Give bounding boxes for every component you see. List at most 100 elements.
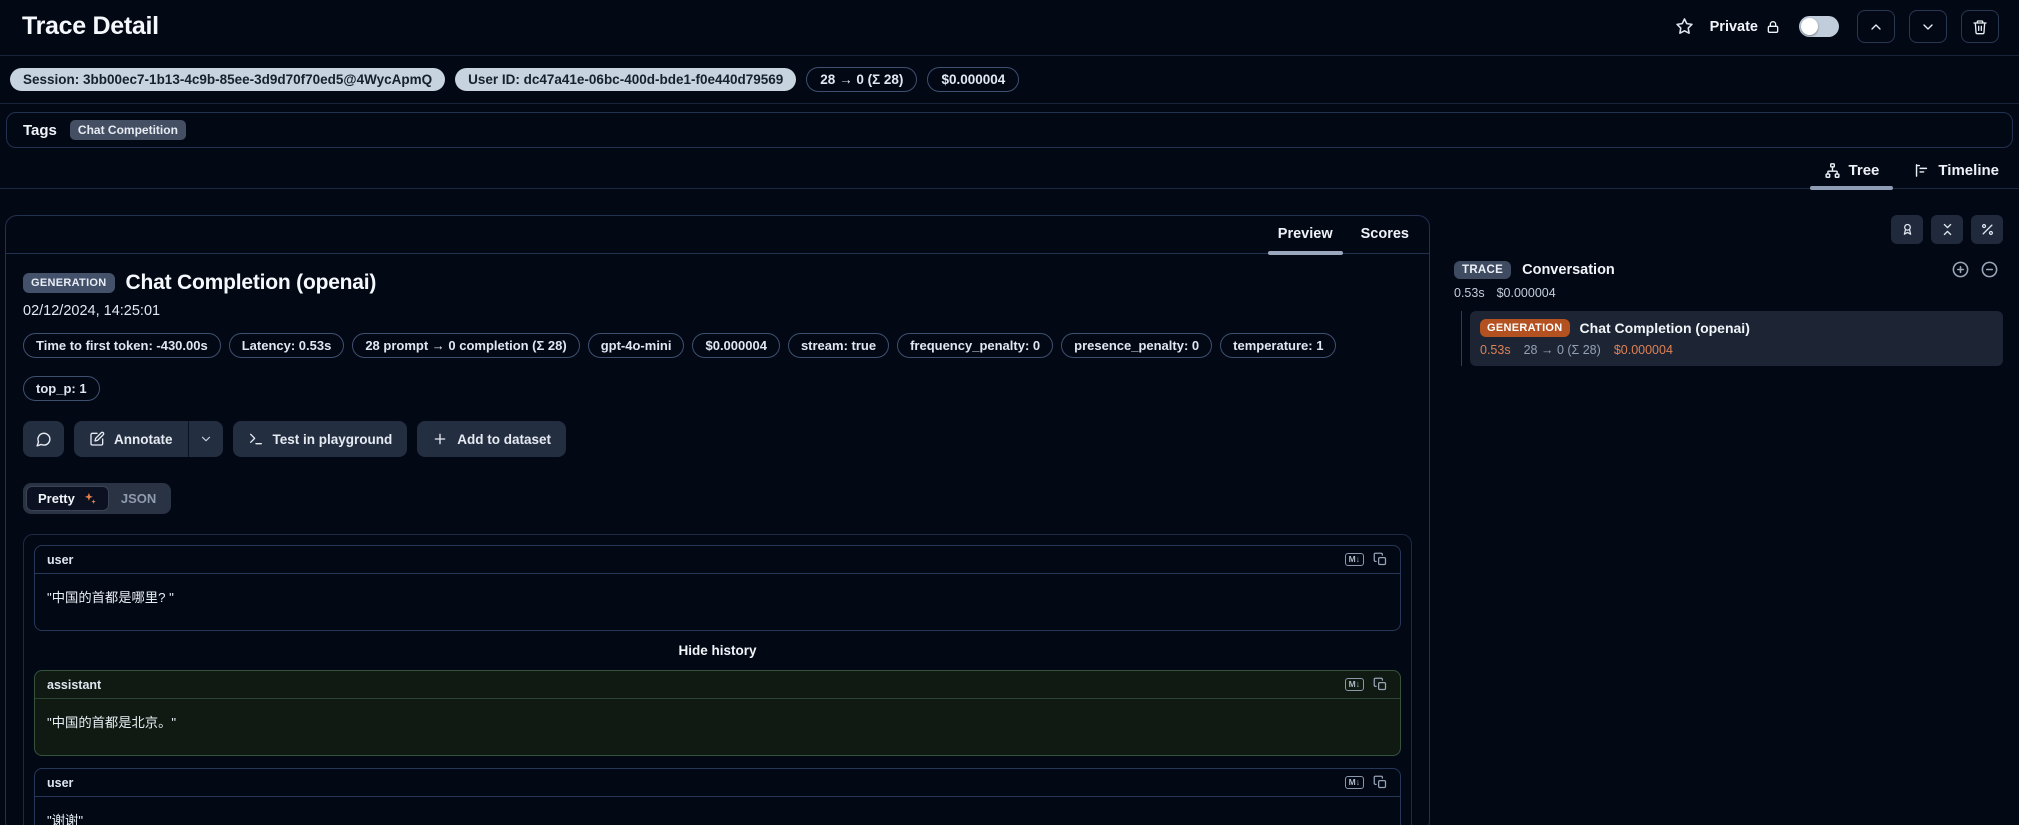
tab-timeline[interactable]: Timeline — [1911, 158, 2001, 188]
metric-badge-temperature: temperature: 1 — [1220, 333, 1336, 358]
topbar-actions: Private — [1673, 10, 1999, 43]
metric-badge-tokens: 28 prompt → 0 completion (Σ 28) — [352, 333, 579, 358]
annotate-dropdown-button[interactable] — [189, 421, 223, 457]
topbar: Trace Detail Private — [0, 0, 2019, 56]
message-header: user M↓ — [35, 546, 1400, 574]
tree-actions — [1446, 215, 2003, 244]
main-area: Preview Scores GENERATION Chat Completio… — [0, 189, 2019, 825]
metric-badge-model[interactable]: gpt-4o-mini — [588, 333, 685, 358]
format-pretty-segment[interactable]: Pretty — [26, 486, 109, 511]
trace-tree-root[interactable]: TRACE Conversation — [1446, 260, 2003, 279]
tag-chip[interactable]: Chat Competition — [70, 120, 186, 140]
action-buttons-row: Annotate Test in playground Add to datas… — [23, 421, 1412, 457]
privacy-toggle[interactable] — [1799, 16, 1839, 37]
annotate-split-button: Annotate — [74, 421, 223, 457]
toggle-knob — [1801, 18, 1818, 35]
markdown-toggle-icon[interactable]: M↓ — [1345, 678, 1364, 691]
trace-title: Conversation — [1522, 262, 1951, 278]
generation-cost: $0.000004 — [1614, 343, 1673, 357]
trace-meta-row: Session: 3bb00ec7-1b13-4c9b-85ee-3d9d70f… — [0, 56, 2019, 104]
copy-button[interactable] — [1373, 552, 1388, 567]
tab-preview[interactable]: Preview — [1278, 226, 1333, 253]
delete-trace-button[interactable] — [1961, 10, 1999, 43]
tree-icon — [1824, 162, 1841, 179]
message-header: user M↓ — [35, 769, 1400, 797]
copy-icon — [1373, 552, 1388, 567]
plus-icon — [432, 431, 448, 447]
markdown-toggle-icon[interactable]: M↓ — [1345, 553, 1364, 566]
format-toggle: Pretty JSON — [23, 483, 171, 514]
json-label: JSON — [121, 491, 156, 506]
tags-container: Tags Chat Competition — [6, 112, 2013, 148]
generation-item-header: GENERATION Chat Completion (openai) — [1480, 319, 1993, 337]
message-content: "中国的首都是哪里? " — [35, 574, 1400, 630]
metric-badge-ttft: Time to first token: -430.00s — [23, 333, 221, 358]
chevron-up-icon — [1868, 19, 1884, 35]
percent-icon — [1980, 222, 1995, 237]
detail-tabs: Preview Scores — [6, 216, 1429, 254]
playground-button-label: Test in playground — [273, 432, 393, 447]
toggle-metrics-button[interactable] — [1971, 215, 2003, 244]
generation-header: GENERATION Chat Completion (openai) — [23, 271, 1412, 295]
lock-icon — [1765, 19, 1781, 35]
generation-latency: 0.53s — [1480, 343, 1511, 357]
messages-container: user M↓ "中国的首都是哪里? " Hide history assist… — [23, 534, 1412, 825]
next-trace-button[interactable] — [1909, 10, 1947, 43]
generation-item-title: Chat Completion (openai) — [1580, 320, 1750, 336]
comment-bubble-icon — [35, 431, 52, 448]
session-badge[interactable]: Session: 3bb00ec7-1b13-4c9b-85ee-3d9d70f… — [10, 68, 445, 91]
message-header: assistant M↓ — [35, 671, 1400, 699]
message-content: "中国的首都是北京。" — [35, 699, 1400, 755]
detail-body: GENERATION Chat Completion (openai) 02/1… — [6, 254, 1429, 825]
copy-button[interactable] — [1373, 677, 1388, 692]
tree-zoom-controls — [1951, 260, 1999, 279]
metrics-badge-row: Time to first token: -430.00s Latency: 0… — [23, 333, 1412, 401]
minus-circle-icon[interactable] — [1980, 260, 1999, 279]
format-json-segment[interactable]: JSON — [109, 486, 168, 511]
sparkles-icon — [82, 491, 97, 506]
trace-latency: 0.53s — [1454, 286, 1485, 300]
tree-item-generation-selected[interactable]: GENERATION Chat Completion (openai) 0.53… — [1470, 311, 2003, 366]
message-role: assistant — [47, 678, 101, 692]
terminal-icon — [248, 431, 264, 447]
generation-item-metrics: 0.53s 28 → 0 (Σ 28) $0.000004 — [1480, 343, 1993, 357]
bookmark-star-button[interactable] — [1673, 15, 1696, 38]
trace-metrics: 0.53s $0.000004 — [1454, 286, 2003, 300]
tab-scores[interactable]: Scores — [1361, 226, 1409, 253]
prev-trace-button[interactable] — [1857, 10, 1895, 43]
plus-circle-icon[interactable] — [1951, 260, 1970, 279]
annotate-button[interactable]: Annotate — [74, 421, 188, 457]
tree-children: GENERATION Chat Completion (openai) 0.53… — [1461, 311, 2003, 366]
trace-tree-panel: TRACE Conversation 0.53s $0.000004 GENER… — [1446, 215, 2003, 366]
collapse-all-button[interactable] — [1931, 215, 1963, 244]
observation-detail-card: Preview Scores GENERATION Chat Completio… — [5, 215, 1430, 825]
hide-history-button[interactable]: Hide history — [34, 631, 1401, 670]
metric-badge-stream: stream: true — [788, 333, 889, 358]
test-in-playground-button[interactable]: Test in playground — [233, 421, 408, 457]
copy-button[interactable] — [1373, 775, 1388, 790]
message-user-1: user M↓ "中国的首都是哪里? " — [34, 545, 1401, 631]
user-id-badge[interactable]: User ID: dc47a41e-06bc-400d-bde1-f0e440d… — [455, 68, 796, 91]
markdown-toggle-icon[interactable]: M↓ — [1345, 776, 1364, 789]
tab-tree[interactable]: Tree — [1822, 158, 1882, 188]
copy-icon — [1373, 677, 1388, 692]
toggle-scores-button[interactable] — [1891, 215, 1923, 244]
view-tabs: Tree Timeline — [0, 158, 2019, 189]
chevron-down-icon — [1920, 19, 1936, 35]
copy-icon — [1373, 775, 1388, 790]
metric-badge-cost: $0.000004 — [692, 333, 779, 358]
tab-tree-label: Tree — [1849, 162, 1880, 179]
message-tools: M↓ — [1345, 775, 1388, 790]
message-role: user — [47, 553, 73, 567]
tab-timeline-label: Timeline — [1938, 162, 1999, 179]
privacy-label: Private — [1710, 19, 1758, 35]
add-to-dataset-button[interactable]: Add to dataset — [417, 421, 566, 457]
metric-badge-top-p: top_p: 1 — [23, 376, 100, 401]
trace-cost: $0.000004 — [1497, 286, 1556, 300]
metric-badge-latency: Latency: 0.53s — [229, 333, 345, 358]
message-user-2: user M↓ "谢谢" — [34, 768, 1401, 825]
timeline-icon — [1913, 162, 1930, 179]
comments-button[interactable] — [23, 421, 64, 457]
metric-badge-frequency-penalty: frequency_penalty: 0 — [897, 333, 1053, 358]
generation-type-badge: GENERATION — [1480, 319, 1570, 337]
